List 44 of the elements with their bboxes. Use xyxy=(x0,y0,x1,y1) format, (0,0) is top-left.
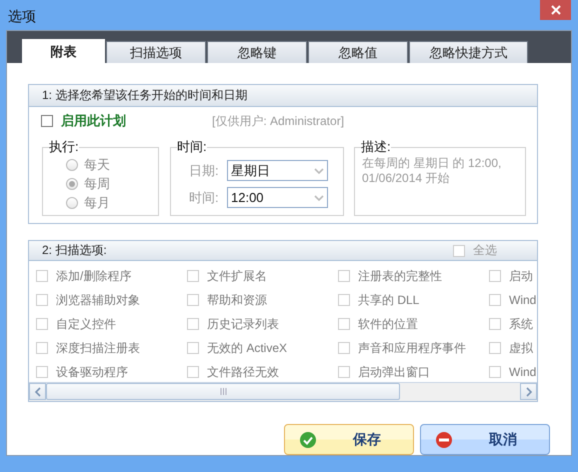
radio-label: 每月 xyxy=(84,194,110,212)
checkbox-label: 历史记录列表 xyxy=(207,316,279,332)
checkbox-label: 设备驱动程序 xyxy=(56,364,128,380)
checkbox-label: 无效的 ActiveX xyxy=(207,340,288,356)
checkbox-label: 文件扩展名 xyxy=(207,268,267,284)
checkbox-label: 声音和应用程序事件 xyxy=(358,340,466,356)
checkbox-label: Wind xyxy=(509,293,536,307)
section-title: 2: 扫描选项: xyxy=(42,242,107,259)
save-button[interactable]: 保存 xyxy=(284,424,414,455)
checkbox-label: 全选 xyxy=(473,242,497,259)
section-header: 1: 选择您希望该任务开始的时间和日期 xyxy=(29,85,537,107)
group-label: 执行: xyxy=(49,138,79,156)
checkbox-label: 启动弹出窗口 xyxy=(358,364,430,380)
checkbox-label: 深度扫描注册表 xyxy=(56,340,140,356)
checkbox-label: 帮助和资源 xyxy=(207,292,267,308)
checkbox-label: 软件的位置 xyxy=(358,316,418,332)
user-note: [仅供用户: Administrator] xyxy=(212,112,344,130)
checkbox-label: 自定义控件 xyxy=(56,316,116,332)
group-label: 时间: xyxy=(177,138,207,156)
description-text: 在每周的 星期日 的 12:00, 01/06/2014 开始 xyxy=(361,156,502,186)
tab[interactable]: 忽略快捷方式 xyxy=(409,41,528,63)
radio-label: 每周 xyxy=(84,174,110,192)
tab[interactable]: 忽略键 xyxy=(207,41,307,63)
tab[interactable]: 附表 xyxy=(22,39,105,63)
checkbox-label: 添加/删除程序 xyxy=(56,268,132,284)
radio-label: 每天 xyxy=(84,156,110,174)
time-dropdown[interactable]: 12:00 xyxy=(227,187,328,208)
checkbox-label: 虚拟 xyxy=(509,340,533,356)
tab[interactable]: 忽略值 xyxy=(308,41,408,63)
checkbox-label: Wind xyxy=(509,365,536,379)
date-dropdown[interactable]: 星期日 xyxy=(227,160,328,181)
window-title: 选项 xyxy=(8,8,36,26)
checkbox-label: 注册表的完整性 xyxy=(358,268,442,284)
cancel-button[interactable]: 取消 xyxy=(420,424,550,455)
checkbox-label: 文件路径无效 xyxy=(207,364,279,380)
checkbox-label: 系统 xyxy=(509,316,533,332)
tab[interactable]: 扫描选项 xyxy=(106,41,206,63)
field-label: 日期: xyxy=(189,162,220,180)
field-label: 时间: xyxy=(189,188,220,206)
checkbox-label: 启动 xyxy=(509,268,533,284)
checkbox-label: 共享的 DLL xyxy=(358,292,420,308)
checkbox-label: 启用此计划 xyxy=(61,112,126,130)
checkbox-label: 浏览器辅助对象 xyxy=(56,292,140,308)
group-label: 描述: xyxy=(361,138,391,156)
